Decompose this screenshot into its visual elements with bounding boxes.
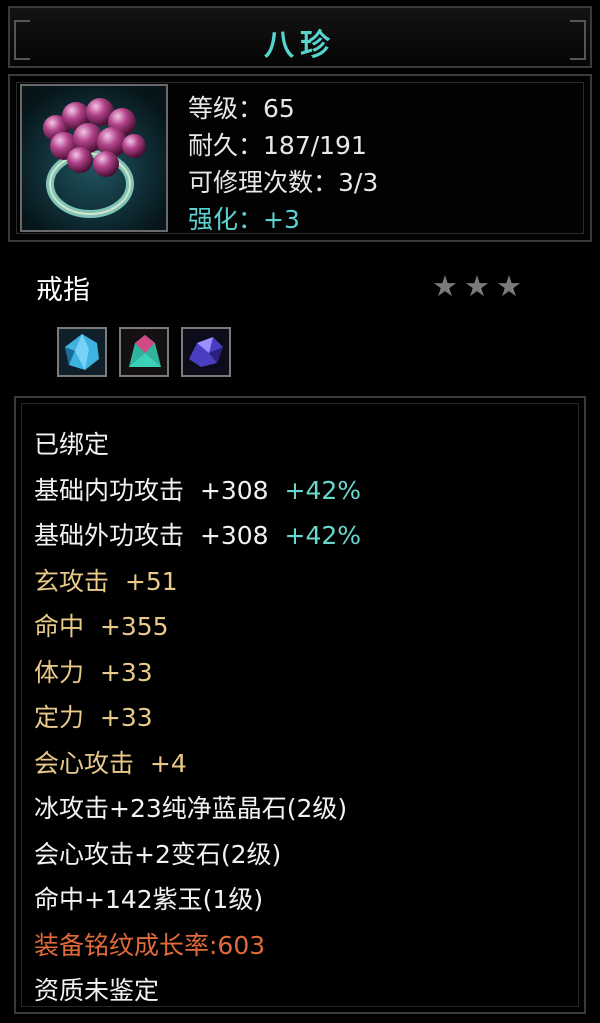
base-attr-value: +308	[199, 475, 269, 505]
ring-item-icon[interactable]	[20, 84, 168, 232]
bonus-attr-label: 玄攻击	[34, 566, 110, 596]
bonus-attr-row: 玄攻击 +51	[34, 559, 361, 605]
item-tooltip: 八珍 等级：65 耐久：187/191 可修理次数：3/3 强化：+3 戒指 ★…	[0, 0, 600, 1023]
durability-value: 187/191	[263, 131, 367, 160]
gem-attr-row: 命中+142紫玉(1级)	[34, 885, 264, 914]
repairs-value: 3/3	[338, 168, 379, 197]
gem-attr-row: 冰攻击+23纯净蓝晶石(2级)	[34, 794, 348, 823]
bonus-attr-label: 体力	[34, 657, 85, 687]
variegated-stone-gem-icon	[121, 329, 167, 375]
blue-crystal-gem-icon	[59, 329, 105, 375]
bonus-attr-value: +355	[99, 612, 169, 641]
enhance-value: +3	[263, 205, 300, 234]
base-attr-value: +308	[199, 521, 269, 550]
bonus-attr-row: 会心攻击 +4	[34, 741, 361, 787]
repairs-row: 可修理次数：3/3	[188, 164, 378, 201]
bonus-attr-value: +33	[99, 703, 153, 732]
enhance-label: 强化：	[188, 205, 264, 234]
gem-slot-2[interactable]	[119, 327, 169, 377]
star-icon: ★	[464, 269, 490, 303]
enhance-row: 强化：+3	[188, 201, 378, 238]
gem-attr-row: 会心攻击+2变石(2级)	[34, 839, 282, 869]
base-attr-row: 基础外功攻击 +308 +42%	[34, 513, 361, 559]
durability-row: 耐久：187/191	[188, 127, 378, 164]
bonus-attr-value: +4	[149, 748, 187, 778]
bonus-attr-value: +33	[99, 657, 153, 687]
item-type: 戒指	[36, 275, 90, 306]
quality-status: 资质未鉴定	[34, 976, 160, 1005]
bonus-attr-value: +51	[124, 566, 178, 596]
title-bar: 八珍	[8, 6, 592, 68]
level-value: 65	[263, 94, 295, 123]
bound-status: 已绑定	[34, 430, 110, 459]
base-attr-label: 基础内功攻击	[34, 475, 185, 505]
star-icon: ★	[496, 269, 522, 303]
purple-jade-gem-icon	[183, 329, 229, 375]
bonus-attr-label: 会心攻击	[34, 748, 135, 778]
level-label: 等级：	[188, 94, 264, 123]
base-attr-percent: +42%	[284, 475, 362, 505]
bonus-attr-row: 体力 +33	[34, 650, 361, 696]
header-stats: 等级：65 耐久：187/191 可修理次数：3/3 强化：+3	[188, 90, 378, 238]
base-attr-label: 基础外功攻击	[34, 521, 185, 550]
base-attr-percent: +42%	[284, 521, 362, 550]
base-attr-row: 基础内功攻击 +308 +42%	[34, 468, 361, 514]
ring-icon	[22, 86, 166, 230]
star-icon: ★	[432, 269, 458, 303]
repairs-label: 可修理次数：	[188, 168, 339, 197]
gem-slot-1[interactable]	[57, 327, 107, 377]
level-row: 等级：65	[188, 90, 378, 127]
star-rating: ★ ★ ★	[432, 269, 528, 303]
item-name: 八珍	[264, 28, 336, 63]
bonus-attr-label: 定力	[34, 703, 85, 732]
bonus-attr-label: 命中	[34, 612, 85, 641]
gem-slot-3[interactable]	[181, 327, 231, 377]
bonus-attr-row: 定力 +33	[34, 695, 361, 741]
attributes-list: 已绑定 基础内功攻击 +308 +42% 基础外功攻击 +308 +42% 玄攻…	[34, 422, 361, 1014]
bonus-attr-row: 命中 +355	[34, 604, 361, 650]
growth-rate: 装备铭纹成长率:603	[34, 930, 266, 960]
durability-label: 耐久：	[188, 131, 264, 160]
